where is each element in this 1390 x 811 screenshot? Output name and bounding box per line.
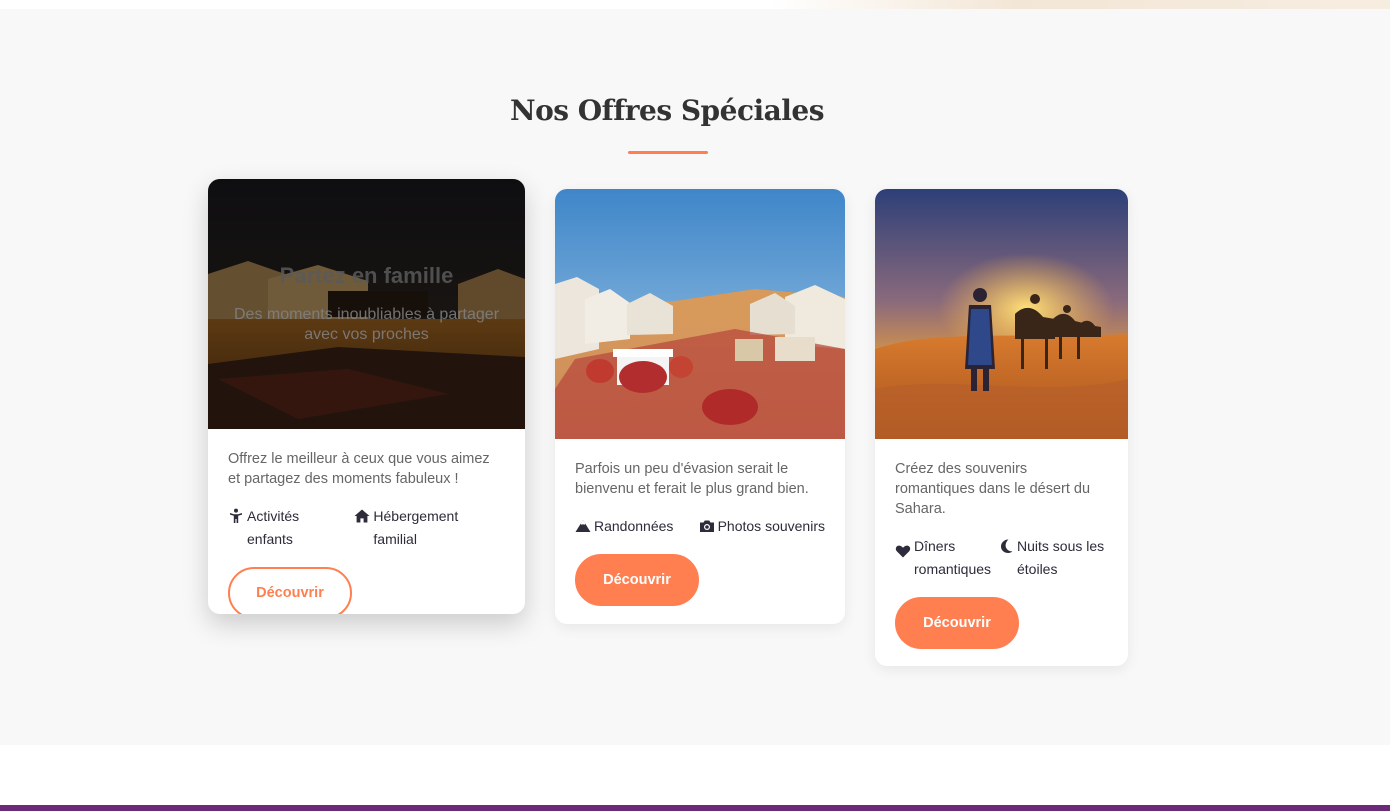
camera-icon [699, 520, 714, 532]
offer-overlay-subtitle: Des moments inoubliables à partager avec… [233, 306, 500, 343]
mountain-icon [575, 520, 591, 532]
footer-top-edge [0, 805, 1390, 811]
offer-features: Activités enfants Hébergement familial [228, 505, 505, 551]
offer-card-romantic[interactable]: Créez des souvenirs romantiques dans le … [875, 189, 1128, 666]
offer-image-family-camp: Partez en famille Des moments inoubliabl… [208, 179, 525, 429]
offer-features: Randonnées Photos souvenirs [575, 515, 825, 538]
feature-label: Photos souvenirs [717, 518, 825, 534]
section-title: Nos Offres Spéciales [510, 94, 825, 127]
offer-description: Parfois un peu d'évasion serait le bienv… [575, 461, 809, 497]
offer-image-sunset-caravan [875, 189, 1128, 439]
feature-label: Hébergement familial [373, 508, 459, 547]
discover-button[interactable]: Découvrir [895, 597, 1019, 649]
child-icon [230, 508, 242, 523]
feature-item: Nuits sous les étoiles [998, 535, 1108, 581]
feature-item: Photos souvenirs [699, 515, 825, 538]
feature-label: Randonnées [594, 518, 674, 534]
discover-button[interactable]: Découvrir [228, 567, 352, 614]
offer-description: Créez des souvenirs romantiques dans le … [895, 461, 1091, 517]
header-bottom-edge [0, 0, 1390, 9]
feature-item: Dîners romantiques [895, 535, 995, 581]
feature-item: Randonnées [575, 515, 673, 538]
feature-item: Activités enfants [228, 505, 348, 551]
offer-image-overlay: Partez en famille Des moments inoubliabl… [208, 179, 525, 429]
home-icon [354, 509, 370, 523]
offer-card-family[interactable]: Partez en famille Des moments inoubliabl… [208, 179, 525, 614]
feature-label: Dîners romantiques [914, 538, 992, 577]
offer-description: Offrez le meilleur à ceux que vous aimez… [228, 451, 490, 487]
offer-features: Dîners romantiques Nuits sous les étoile… [895, 535, 1108, 581]
feature-item: Hébergement familial [354, 505, 505, 551]
moon-icon [1001, 539, 1013, 553]
offer-image-desert-camp [555, 189, 845, 439]
discover-button[interactable]: Découvrir [575, 554, 699, 606]
offer-overlay-title: Partez en famille [279, 263, 454, 288]
feature-label: Activités enfants [247, 508, 300, 547]
title-underline [628, 151, 708, 154]
special-offers-section: Nos Offres Spéciales Partez en famille D… [0, 9, 1390, 745]
section-spacer [0, 745, 1390, 805]
offer-card-evasion[interactable]: Parfois un peu d'évasion serait le bienv… [555, 189, 845, 624]
heart-icon [895, 545, 911, 558]
feature-label: Nuits sous les étoiles [1017, 538, 1105, 577]
